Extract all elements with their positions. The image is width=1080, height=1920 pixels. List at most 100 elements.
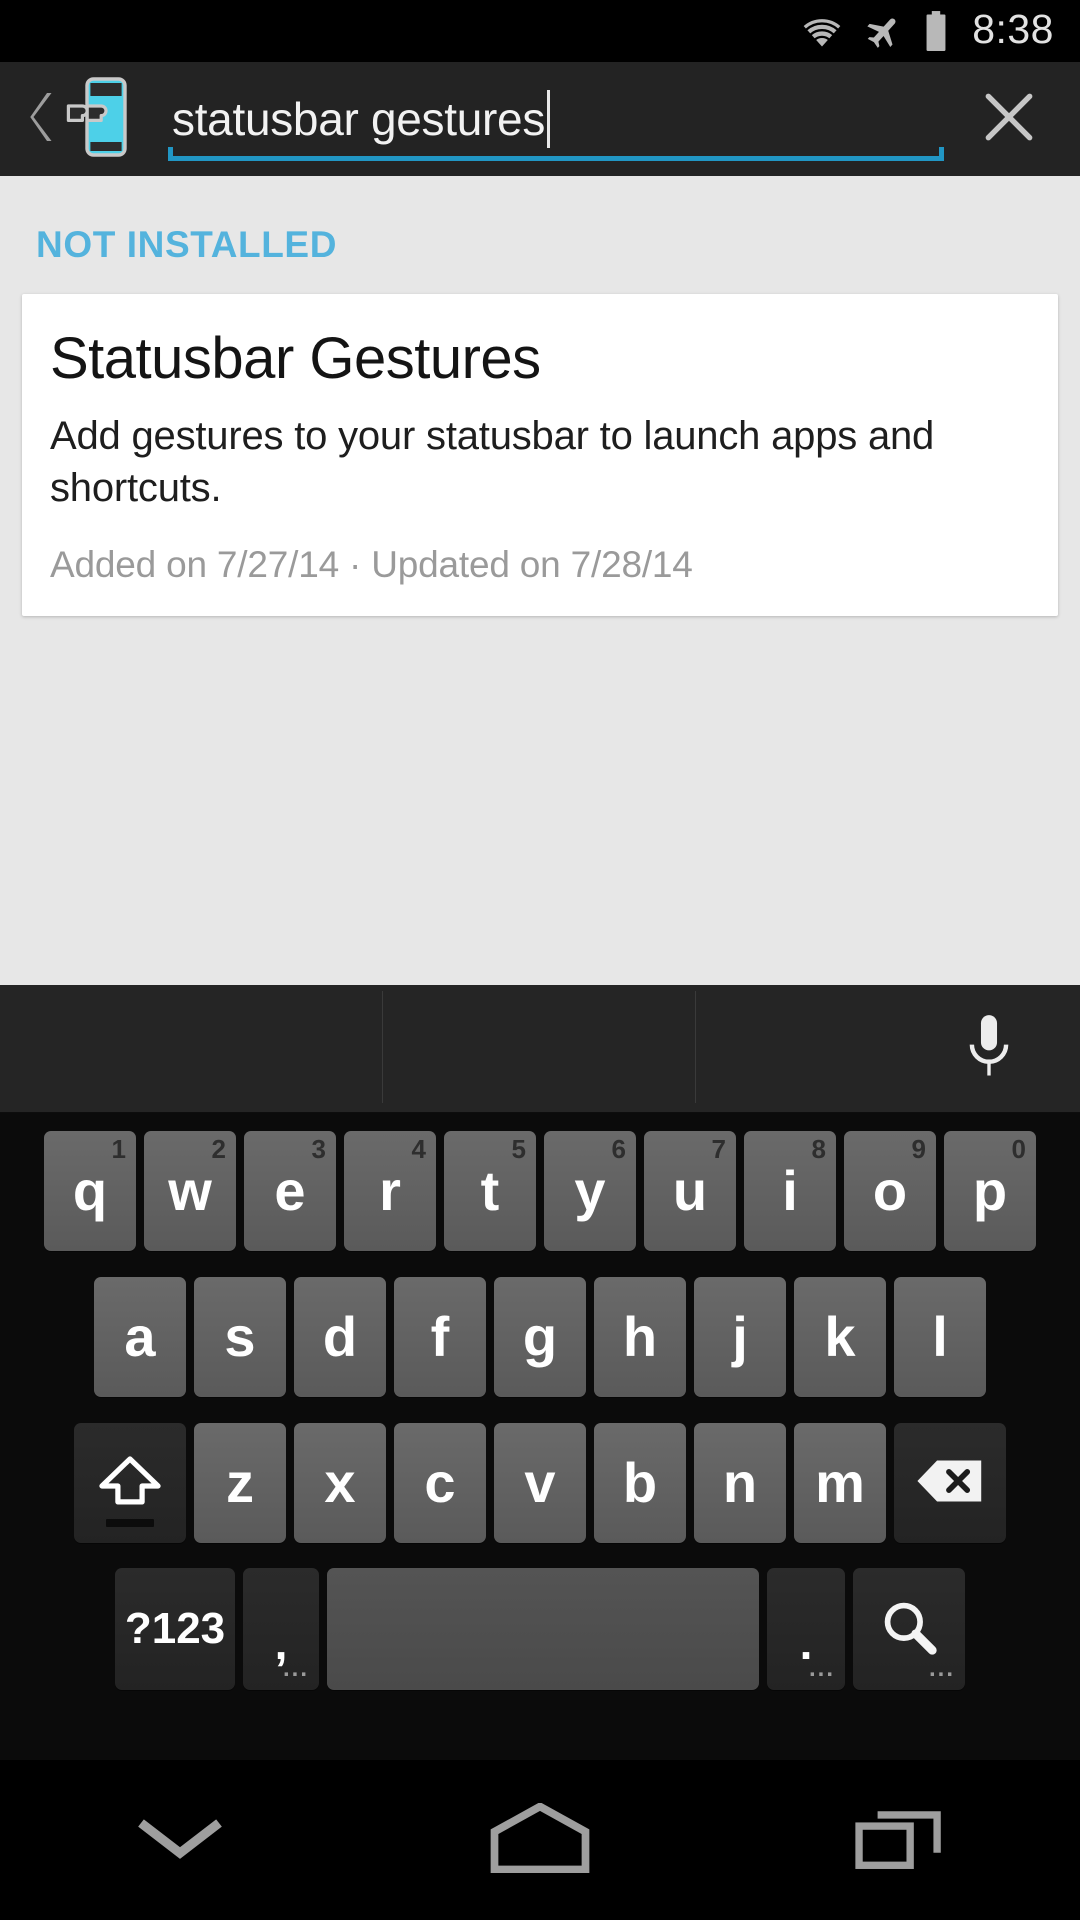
key-label: a [124, 1305, 156, 1368]
key-y[interactable]: 6y [544, 1131, 636, 1251]
row3-letters: z x c v b nm [190, 1423, 890, 1543]
backspace-key[interactable] [894, 1423, 1006, 1543]
comma-key[interactable]: , ... [243, 1568, 319, 1690]
symbols-key[interactable]: ?123 [115, 1568, 235, 1690]
key-label: z [226, 1451, 254, 1514]
key-label: d [322, 1305, 358, 1368]
space-key[interactable] [327, 1568, 759, 1690]
key-a[interactable]: a [94, 1277, 186, 1397]
action-bar: statusbar gestures [0, 62, 1080, 176]
clear-search-button[interactable] [954, 62, 1064, 176]
key-label: l [932, 1305, 948, 1368]
recent-apps-icon [852, 1803, 948, 1878]
key-number-hint: 5 [511, 1134, 526, 1164]
section-header-not-installed: NOT INSTALLED [36, 224, 338, 265]
key-label: k [824, 1305, 856, 1368]
keyboard-row-1: 1q2w3e4r5t6y7u8i9o0p [0, 1118, 1080, 1264]
key-n[interactable]: n [694, 1423, 786, 1543]
key-label: w [168, 1159, 212, 1222]
backspace-icon [915, 1456, 985, 1511]
key-label: b [622, 1451, 658, 1514]
status-bar-clock: 8:38 [972, 6, 1054, 52]
key-w[interactable]: 2w [144, 1131, 236, 1251]
battery-full-icon [923, 10, 949, 52]
symbols-key-label: ?123 [124, 1604, 226, 1653]
search-enter-key[interactable]: ... [853, 1568, 965, 1690]
navigation-bar [0, 1760, 1080, 1920]
key-label: o [872, 1159, 908, 1222]
search-magnifier-icon [878, 1596, 940, 1663]
key-u[interactable]: 7u [644, 1131, 736, 1251]
key-r[interactable]: 4r [344, 1131, 436, 1251]
home-button[interactable] [360, 1760, 720, 1920]
wifi-icon [799, 13, 845, 49]
airplane-mode-icon [862, 11, 906, 51]
voice-input-button[interactable] [934, 985, 1044, 1113]
suggestion-divider [695, 991, 696, 1103]
key-s[interactable]: s [194, 1277, 286, 1397]
key-label: i [782, 1159, 798, 1222]
search-input[interactable]: statusbar gestures [150, 62, 954, 176]
search-input-value: statusbar gestures [172, 93, 546, 145]
key-label: s [224, 1305, 256, 1368]
hide-keyboard-button[interactable] [0, 1760, 360, 1920]
key-p[interactable]: 0p [944, 1131, 1036, 1251]
module-card[interactable]: Statusbar Gestures Add gestures to your … [22, 294, 1058, 616]
key-v[interactable]: v [494, 1423, 586, 1543]
close-x-icon [978, 86, 1040, 153]
key-c[interactable]: c [394, 1423, 486, 1543]
key-d[interactable]: d [294, 1277, 386, 1397]
key-i[interactable]: 8i [744, 1131, 836, 1251]
key-j[interactable]: j [694, 1277, 786, 1397]
key-q[interactable]: 1q [44, 1131, 136, 1251]
module-list-content: NOT INSTALLED Statusbar Gestures Add ges… [0, 176, 1080, 985]
key-z[interactable]: z [194, 1423, 286, 1543]
key-f[interactable]: f [394, 1277, 486, 1397]
key-e[interactable]: 3e [244, 1131, 336, 1251]
key-number-hint: 2 [211, 1134, 226, 1164]
key-label: q [72, 1159, 108, 1222]
period-key[interactable]: . ... [767, 1568, 845, 1690]
up-navigation-button[interactable] [0, 62, 150, 176]
key-k[interactable]: k [794, 1277, 886, 1397]
key-b[interactable]: b [594, 1423, 686, 1543]
key-h[interactable]: h [594, 1277, 686, 1397]
key-t[interactable]: 5t [444, 1131, 536, 1251]
key-l[interactable]: l [894, 1277, 986, 1397]
key-g[interactable]: g [494, 1277, 586, 1397]
key-label: t [480, 1159, 500, 1222]
key-label: y [574, 1159, 606, 1222]
key-number-hint: 3 [311, 1134, 326, 1164]
android-screen: 8:38 statusbar gestures NOT INSTALLED St… [0, 0, 1080, 1920]
key-label: h [622, 1305, 658, 1368]
key-number-hint: 9 [911, 1134, 926, 1164]
key-label: e [274, 1159, 306, 1222]
search-key-more-indicator: ... [928, 1655, 955, 1682]
key-o[interactable]: 9o [844, 1131, 936, 1251]
key-x[interactable]: x [294, 1423, 386, 1543]
key-number-hint: 1 [111, 1134, 126, 1164]
key-label: m [815, 1451, 865, 1514]
period-key-more-indicator: ... [808, 1655, 835, 1682]
xposed-installer-icon [60, 75, 132, 164]
key-label: v [524, 1451, 556, 1514]
key-label: r [379, 1159, 401, 1222]
shift-key[interactable] [74, 1423, 186, 1543]
search-field-container: statusbar gestures [150, 62, 1080, 176]
shift-arrow-icon [97, 1453, 163, 1514]
key-label: g [522, 1305, 558, 1368]
key-label: f [430, 1305, 450, 1368]
suggestion-strip [0, 985, 1080, 1113]
recent-apps-button[interactable] [720, 1760, 1080, 1920]
suggestion-divider [382, 991, 383, 1103]
module-title: Statusbar Gestures [50, 326, 541, 391]
key-number-hint: 7 [711, 1134, 726, 1164]
module-dates: Added on 7/27/14 · Updated on 7/28/14 [50, 543, 693, 585]
module-description: Add gestures to your statusbar to launch… [50, 414, 935, 510]
key-number-hint: 6 [611, 1134, 626, 1164]
keyboard-row-3: z x c v b nm [0, 1410, 1080, 1556]
key-label: c [424, 1451, 456, 1514]
soft-keyboard: 1q2w3e4r5t6y7u8i9o0p asdfghjkl zxcvbnm ?… [0, 985, 1080, 1760]
key-m[interactable]: m [794, 1423, 886, 1543]
key-label: u [672, 1159, 708, 1222]
